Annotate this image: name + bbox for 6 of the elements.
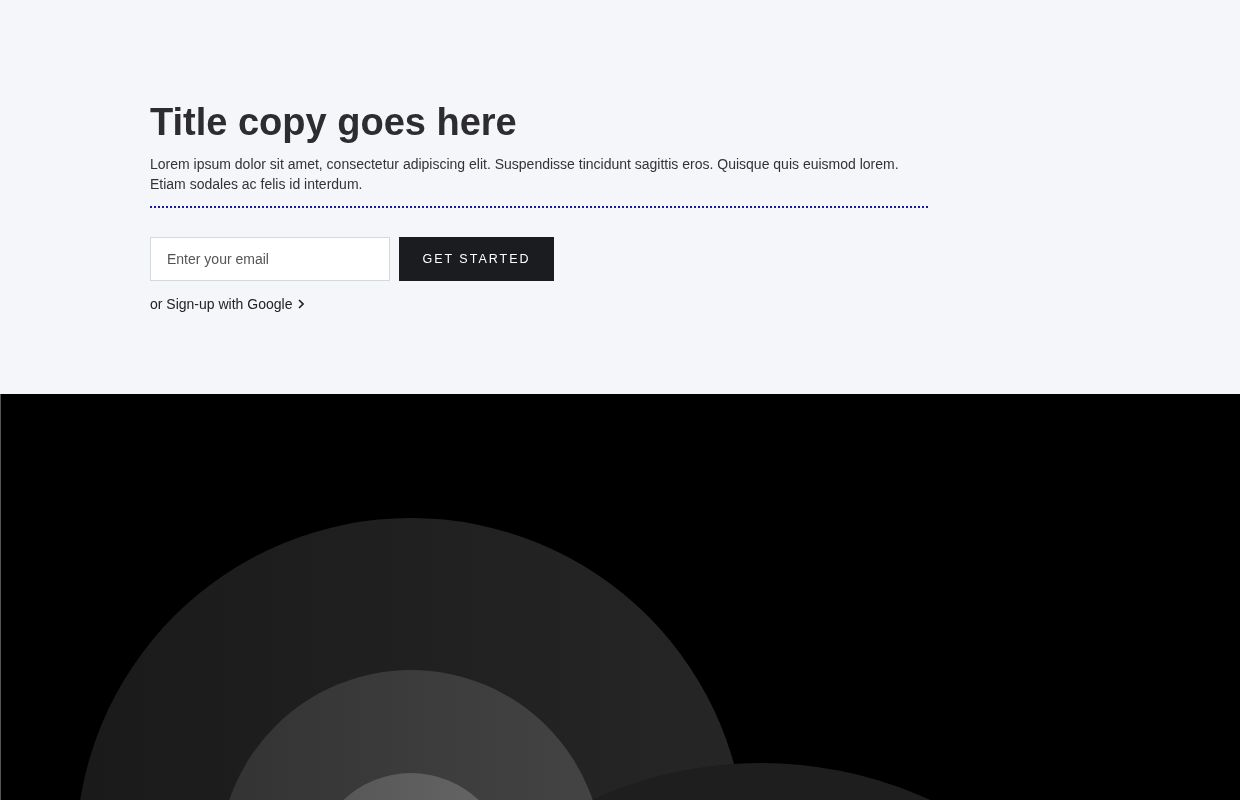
chevron-right-icon <box>298 299 305 309</box>
email-field[interactable]: Enter your email <box>150 237 390 281</box>
page-title: Title copy goes here <box>150 100 518 144</box>
google-signup-link[interactable]: or Sign-up with Google <box>150 296 305 312</box>
intro-paragraph: Lorem ipsum dolor sit amet, consectetur adipiscing elit. Suspendisse tincidunt sagittis eros. Quisque quis euismod lorem. Etiam sodales ac felis id interdum. <box>150 155 900 194</box>
get-started-button[interactable]: GET STARTED <box>399 237 554 281</box>
